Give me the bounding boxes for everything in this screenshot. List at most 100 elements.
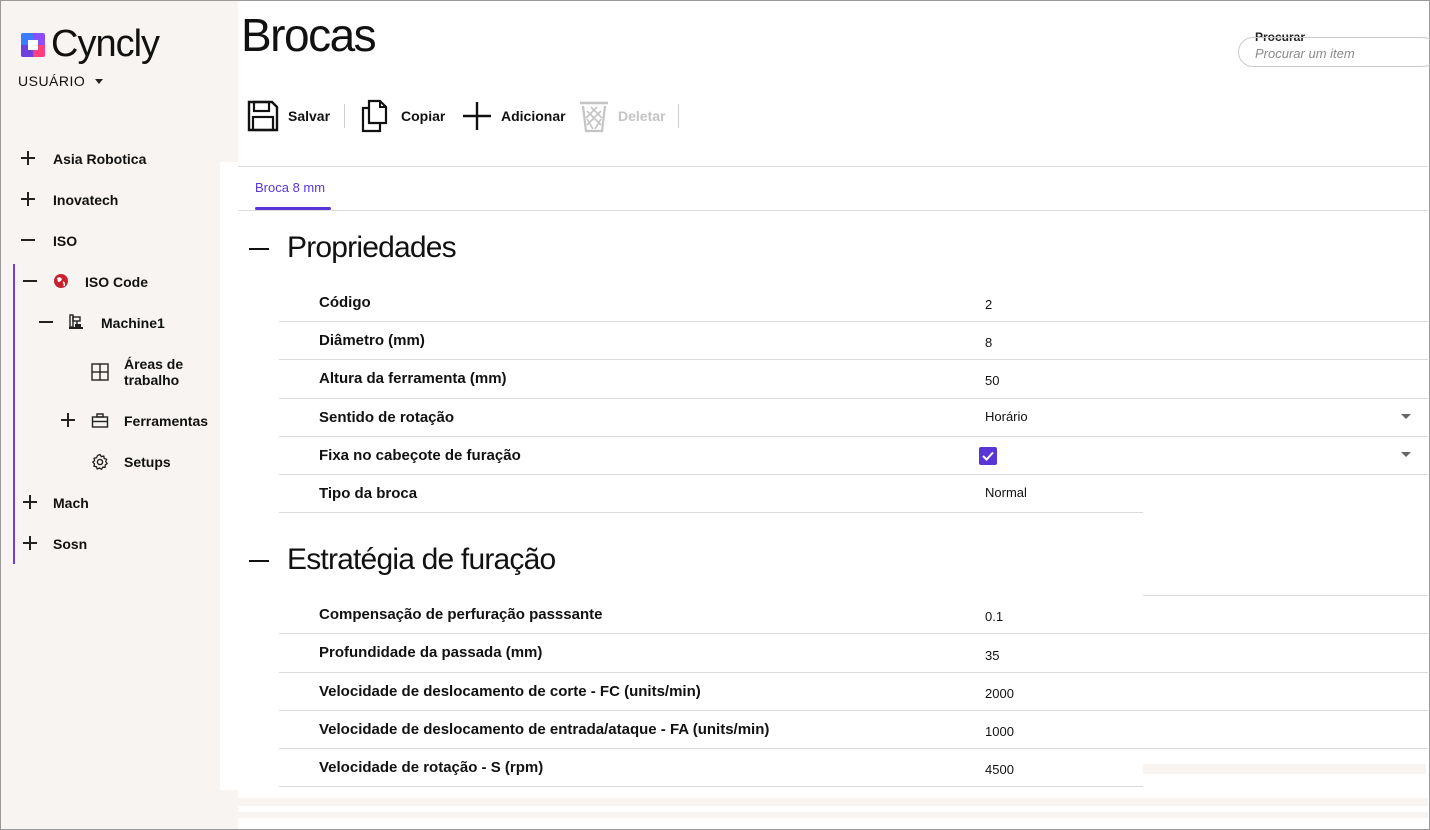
tree-indent-line xyxy=(13,264,15,564)
chevron-down-icon[interactable] xyxy=(1401,452,1411,457)
collapse-minus-icon[interactable] xyxy=(23,274,37,288)
property-label-fixa-cabecote: Fixa no cabeçote de furação xyxy=(319,447,521,464)
expand-plus-icon[interactable] xyxy=(21,192,35,206)
row-divider xyxy=(279,474,1428,475)
background-stripe xyxy=(238,798,1428,806)
section-title-strategy: Estratégia de furação xyxy=(287,543,556,576)
logo: Cyncly xyxy=(19,23,160,66)
sidebar-item-label: Áreas de trabalho xyxy=(124,356,184,388)
user-menu-label: USUÁRIO xyxy=(18,73,86,89)
sidebar-item-ferramentas[interactable]: Ferramentas xyxy=(61,411,221,431)
collapse-minus-icon[interactable] xyxy=(39,315,53,329)
delete-button[interactable]: Deletar xyxy=(578,96,670,136)
search-input[interactable] xyxy=(1255,46,1425,61)
logo-text: Cyncly xyxy=(51,23,160,65)
expand-plus-icon[interactable] xyxy=(23,495,37,509)
page-title: Brocas xyxy=(241,9,377,61)
add-button-label: Adicionar xyxy=(501,108,566,124)
delete-button-label: Deletar xyxy=(618,108,666,124)
add-button[interactable]: Adicionar xyxy=(461,96,571,136)
sidebar-item-mach[interactable]: Mach xyxy=(21,493,221,513)
sidebar-item-label: Inovatech xyxy=(53,192,119,208)
expand-plus-icon[interactable] xyxy=(23,536,37,550)
cyncly-logo-icon xyxy=(21,32,45,57)
save-button[interactable]: Salvar xyxy=(246,96,336,136)
sidebar-item-label: Setups xyxy=(124,454,171,470)
row-divider xyxy=(279,710,1428,711)
expand-plus-icon[interactable] xyxy=(21,151,35,165)
strategy-value-compensacao[interactable]: 0.1 xyxy=(985,609,1003,624)
property-value-codigo[interactable]: 2 xyxy=(985,297,992,312)
tab-broca-8mm[interactable]: Broca 8 mm xyxy=(255,180,325,195)
row-divider xyxy=(279,786,1143,787)
toolbar-separator xyxy=(678,104,679,128)
background-stripe xyxy=(238,812,1428,818)
plus-icon xyxy=(463,102,491,130)
sidebar-item-machine1[interactable]: Machine1 xyxy=(37,313,221,333)
strategy-value-velocidade-rotacao[interactable]: 4500 xyxy=(985,762,1014,777)
property-label-tipo-broca: Tipo da broca xyxy=(319,485,418,502)
strategy-label-compensacao: Compensação de perfuração passsante xyxy=(319,606,603,623)
copy-button[interactable]: Copiar xyxy=(360,96,450,136)
strategy-label-velocidade-rotacao: Velocidade de rotação - S (rpm) xyxy=(319,759,544,776)
sidebar-item-label: Sosn xyxy=(53,536,88,552)
sidebar-item-sosn[interactable]: Sosn xyxy=(21,534,221,554)
collapse-section-strategy-icon[interactable] xyxy=(249,560,269,562)
row-divider xyxy=(279,748,1428,749)
property-value-altura[interactable]: 50 xyxy=(985,373,999,388)
property-value-tipo-broca[interactable]: Normal xyxy=(985,485,1027,500)
strategy-label-velocidade-corte: Velocidade de deslocamento de corte - FC… xyxy=(319,683,701,700)
sidebar-item-label: Asia Robotica xyxy=(53,151,147,167)
sidebar-item-iso[interactable]: ISO xyxy=(21,231,221,251)
checkmark-icon xyxy=(982,451,994,461)
sidebar-item-label: Machine1 xyxy=(101,315,165,331)
sidebar-item-label: Ferramentas xyxy=(124,413,209,429)
copy-button-label: Copiar xyxy=(401,108,446,124)
property-label-diametro: Diâmetro (mm) xyxy=(319,332,425,349)
sidebar-item-areas-de-trabalho[interactable]: Áreas de trabalho xyxy=(91,355,221,391)
toolbar-separator xyxy=(344,104,345,128)
property-value-diametro[interactable]: 8 xyxy=(985,335,992,350)
property-checkbox-fixa-cabecote[interactable] xyxy=(979,447,997,465)
section-title-properties: Propriedades xyxy=(287,231,457,264)
sidebar-item-setups[interactable]: Setups xyxy=(91,452,221,472)
property-select-sentido-rotacao[interactable]: Horário xyxy=(985,409,1028,424)
tabs-divider xyxy=(238,210,1428,211)
expand-plus-icon[interactable] xyxy=(61,413,75,427)
trash-icon xyxy=(580,101,608,133)
row-divider xyxy=(279,321,1428,322)
save-icon xyxy=(247,100,279,132)
sidebar-item-iso-code[interactable]: ISO Code xyxy=(21,272,221,292)
sidebar-item-label: Mach xyxy=(53,495,89,511)
collapse-minus-icon[interactable] xyxy=(21,233,35,247)
sidebar-item-inovatech[interactable]: Inovatech xyxy=(21,190,221,210)
strategy-value-velocidade-corte[interactable]: 2000 xyxy=(985,686,1014,701)
strategy-label-velocidade-entrada: Velocidade de deslocamento de entrada/at… xyxy=(319,721,770,738)
property-label-sentido-rotacao: Sentido de rotação xyxy=(319,409,455,426)
caret-down-icon xyxy=(95,78,104,84)
gear-icon xyxy=(92,453,108,471)
sidebar-item-label: ISO Code xyxy=(85,274,149,290)
sidebar-overlay xyxy=(220,162,238,790)
globe-icon xyxy=(54,274,68,288)
row-divider xyxy=(279,359,1428,360)
row-divider xyxy=(1143,595,1428,596)
row-divider xyxy=(279,512,1143,513)
briefcase-icon xyxy=(91,413,109,428)
copy-icon xyxy=(361,99,388,133)
machine-icon xyxy=(69,314,83,329)
strategy-value-profundidade[interactable]: 35 xyxy=(985,648,999,663)
grid-icon xyxy=(91,363,109,381)
sidebar-item-asia-robotica[interactable]: Asia Robotica xyxy=(21,149,221,169)
collapse-section-properties-icon[interactable] xyxy=(249,248,269,250)
property-label-codigo: Código xyxy=(319,294,371,311)
strategy-value-velocidade-entrada[interactable]: 1000 xyxy=(985,724,1014,739)
row-divider xyxy=(279,672,1428,673)
row-divider xyxy=(279,398,1428,399)
search-box[interactable] xyxy=(1238,37,1430,67)
strategy-label-profundidade: Profundidade da passada (mm) xyxy=(319,644,543,661)
chevron-down-icon[interactable] xyxy=(1401,414,1411,419)
row-divider xyxy=(279,633,1428,634)
user-menu[interactable]: USUÁRIO xyxy=(18,73,104,89)
property-label-altura: Altura da ferramenta (mm) xyxy=(319,370,507,387)
